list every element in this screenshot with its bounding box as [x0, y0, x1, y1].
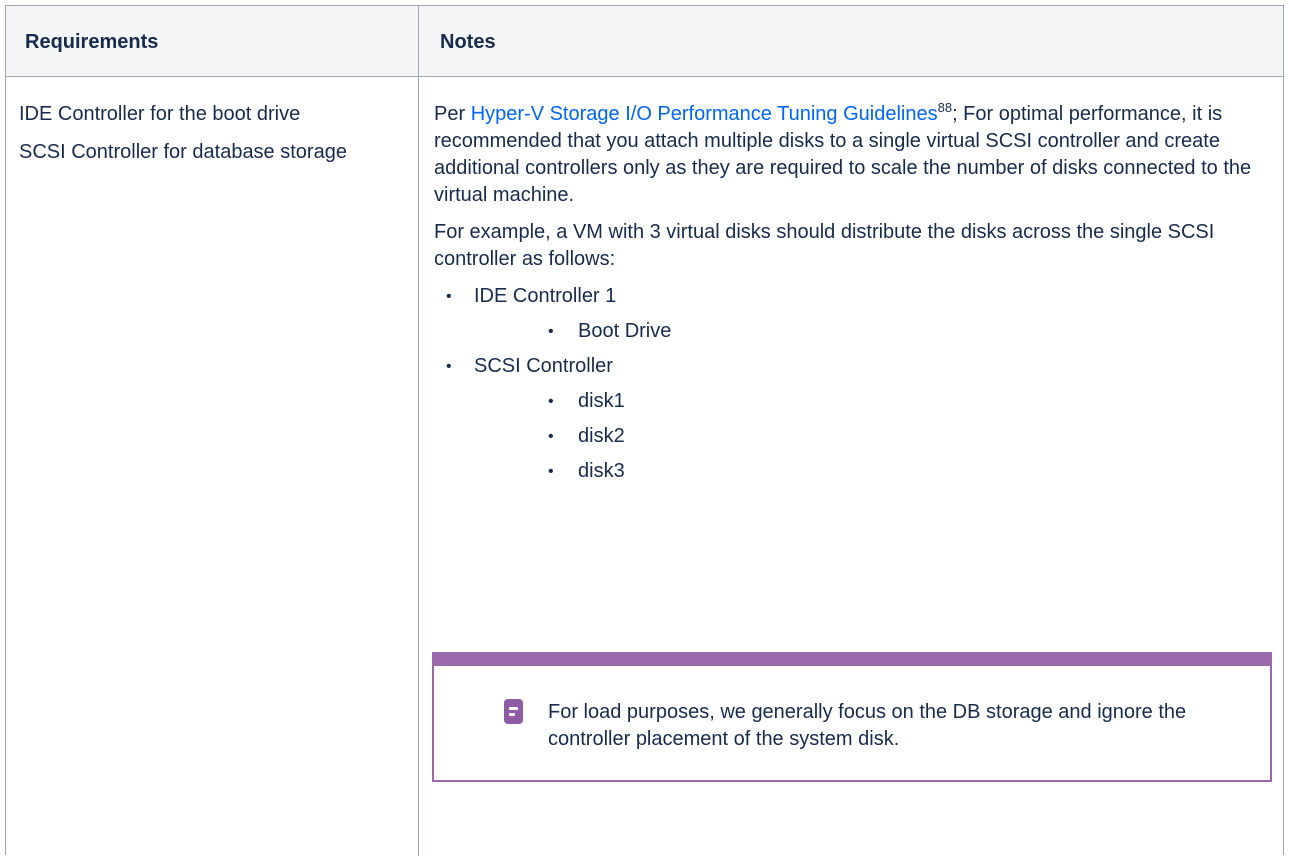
notes-example: For example, a VM with 3 virtual disks s… — [434, 221, 1215, 270]
notes-intro-prefix: Per — [434, 103, 471, 125]
sub-list: • Boot Drive — [474, 318, 1269, 345]
column-divider — [418, 6, 419, 856]
bullet-icon: • — [446, 288, 452, 305]
hyperv-guidelines-link[interactable]: Hyper-V Storage I/O Performance Tuning G… — [471, 103, 938, 125]
controller-list: • IDE Controller 1 • Boot Drive • SCSI C… — [434, 283, 1269, 485]
requirements-cell: IDE Controller for the boot drive SCSI C… — [19, 101, 399, 177]
bullet-icon: • — [548, 323, 554, 340]
bullet-icon: • — [446, 358, 452, 375]
list-item-label: IDE Controller 1 — [474, 285, 617, 307]
table-header-row: Requirements Notes — [6, 6, 1283, 77]
list-item-label: disk2 — [578, 425, 625, 447]
list-item: • IDE Controller 1 • Boot Drive — [434, 283, 1269, 345]
note-text: For load purposes, we generally focus on… — [548, 701, 1187, 750]
list-item-label: Boot Drive — [578, 320, 672, 342]
sub-list: • disk1 • disk2 • disk3 — [474, 388, 1269, 485]
list-item-label: SCSI Controller — [474, 355, 613, 377]
note-panel: For load purposes, we generally focus on… — [432, 652, 1272, 782]
notes-intro: Per Hyper-V Storage I/O Performance Tuni… — [434, 101, 1269, 209]
requirement-scsi: SCSI Controller for database storage — [19, 141, 347, 163]
list-item: • disk1 — [474, 388, 1269, 415]
list-item: • SCSI Controller • disk1 • disk2 • disk… — [434, 353, 1269, 485]
list-item: • disk2 — [474, 423, 1269, 450]
bullet-icon: • — [548, 428, 554, 445]
list-item-label: disk1 — [578, 390, 625, 412]
footnote-ref[interactable]: 88 — [938, 100, 952, 115]
list-item: • disk3 — [474, 458, 1269, 485]
notes-cell: Per Hyper-V Storage I/O Performance Tuni… — [434, 101, 1269, 493]
header-requirements: Requirements — [25, 31, 159, 53]
list-item-label: disk3 — [578, 460, 625, 482]
bullet-icon: • — [548, 463, 554, 480]
header-notes: Notes — [440, 31, 496, 53]
note-icon — [504, 699, 523, 724]
requirement-ide: IDE Controller for the boot drive — [19, 103, 301, 125]
bullet-icon: • — [548, 393, 554, 410]
list-item: • Boot Drive — [474, 318, 1269, 345]
